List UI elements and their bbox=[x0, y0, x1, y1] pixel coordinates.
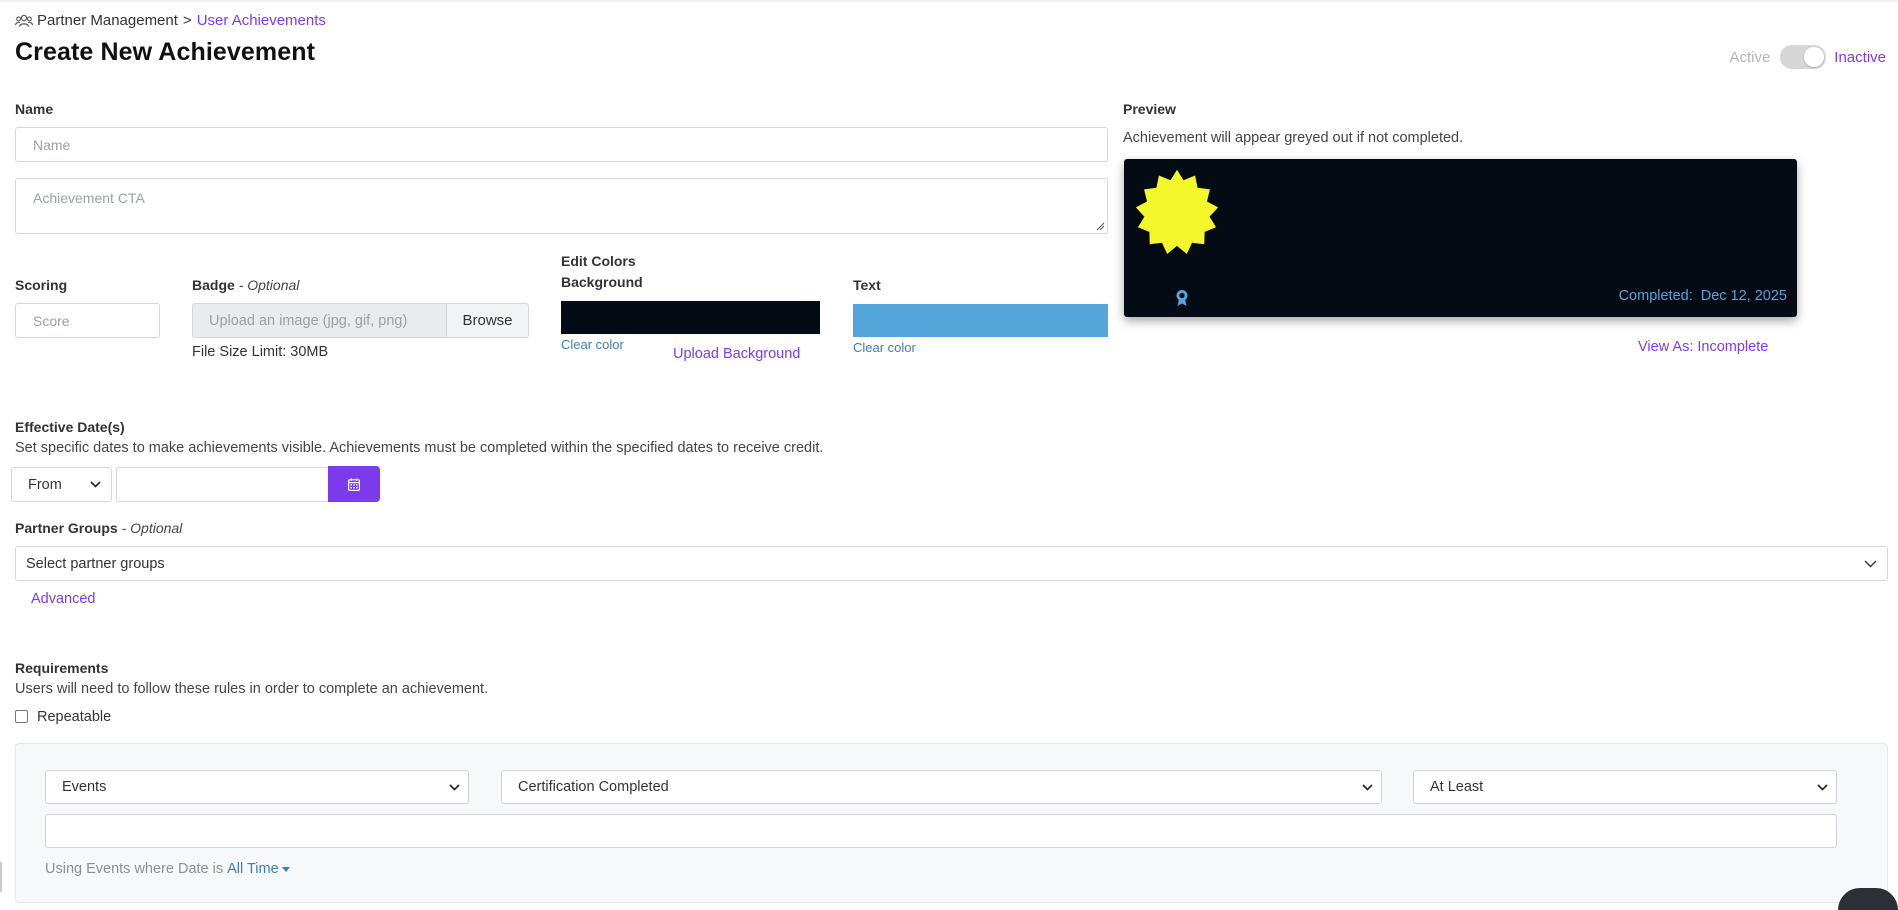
page-title: Create New Achievement bbox=[15, 38, 316, 66]
achievement-preview-card: Completed: Dec 12, 2025 bbox=[1124, 159, 1797, 317]
requirement-rule-panel: Events Certification Completed At Least … bbox=[15, 743, 1888, 903]
view-as-incomplete-link[interactable]: View As: Incomplete bbox=[1638, 339, 1768, 355]
name-label: Name bbox=[15, 101, 54, 117]
badge-label-text: Badge bbox=[192, 277, 235, 293]
status-inactive-label: Inactive bbox=[1834, 48, 1886, 66]
rule-event-select[interactable]: Certification Completed bbox=[501, 770, 1382, 804]
partner-groups-select[interactable]: Select partner groups bbox=[15, 546, 1888, 581]
rule-source-value: Events bbox=[62, 779, 107, 795]
advanced-link[interactable]: Advanced bbox=[31, 591, 96, 607]
date-range-type-value: From bbox=[28, 476, 62, 493]
chevron-down-icon bbox=[449, 783, 460, 791]
background-label: Background bbox=[561, 274, 643, 290]
badge-upload-group: Upload an image (jpg, gif, png) Browse bbox=[192, 303, 529, 338]
achievement-cta-textarea[interactable]: Achievement CTA bbox=[15, 178, 1108, 234]
rule-comparator-value: At Least bbox=[1430, 779, 1484, 795]
rule-hint-prefix: Using Events where Date is bbox=[45, 861, 224, 877]
breadcrumb-separator: > bbox=[182, 12, 192, 29]
chevron-down-icon bbox=[90, 481, 101, 488]
chevron-down-icon bbox=[1817, 783, 1828, 791]
text-color-swatch[interactable] bbox=[853, 304, 1108, 337]
status-toggle-group: Active Inactive bbox=[1729, 45, 1886, 69]
text-color-label: Text bbox=[853, 277, 881, 293]
users-icon bbox=[15, 14, 33, 27]
chevron-down-icon bbox=[1362, 783, 1373, 791]
clear-background-color-link[interactable]: Clear color bbox=[561, 337, 624, 352]
edit-colors-label: Edit Colors bbox=[561, 253, 636, 269]
requirements-label: Requirements bbox=[15, 660, 109, 676]
completed-status: Completed: Dec 12, 2025 bbox=[1619, 288, 1787, 304]
repeatable-checkbox[interactable] bbox=[15, 709, 28, 723]
rule-source-select[interactable]: Events bbox=[45, 770, 469, 804]
top-shadow bbox=[0, 0, 1898, 4]
breadcrumb-current[interactable]: User Achievements bbox=[197, 12, 326, 29]
scoring-label: Scoring bbox=[15, 277, 68, 293]
browse-button[interactable]: Browse bbox=[446, 303, 529, 338]
effective-dates-label: Effective Date(s) bbox=[15, 419, 125, 435]
badge-optional-text: - Optional bbox=[238, 277, 300, 293]
caret-down-icon bbox=[281, 866, 290, 872]
rule-value-input[interactable] bbox=[45, 814, 1837, 848]
preview-label: Preview bbox=[1123, 101, 1176, 117]
preview-note: Achievement will appear greyed out if no… bbox=[1123, 130, 1464, 146]
status-active-label: Active bbox=[1729, 48, 1771, 66]
resize-grip-icon[interactable] bbox=[1096, 222, 1105, 231]
completed-label: Completed: bbox=[1618, 288, 1693, 304]
badge-label: Badge - Optional bbox=[192, 277, 299, 293]
badge-upload-placeholder: Upload an image (jpg, gif, png) bbox=[209, 312, 408, 329]
rule-event-value: Certification Completed bbox=[518, 779, 669, 795]
score-placeholder: Score bbox=[33, 312, 70, 329]
file-size-limit: File Size Limit: 30MB bbox=[192, 344, 329, 360]
upload-background-link[interactable]: Upload Background bbox=[673, 346, 800, 362]
breadcrumb-parent-link[interactable]: Partner Management bbox=[37, 12, 178, 29]
clear-text-color-link[interactable]: Clear color bbox=[853, 340, 916, 355]
repeatable-label: Repeatable bbox=[37, 709, 112, 725]
toggle-knob bbox=[1804, 47, 1825, 67]
ribbon-award-icon bbox=[1176, 290, 1188, 306]
breadcrumb: Partner Management > User Achievements bbox=[15, 12, 326, 29]
partner-groups-label: Partner Groups - Optional bbox=[15, 520, 182, 536]
date-range-type-select[interactable]: From bbox=[11, 467, 112, 502]
badge-upload-input[interactable]: Upload an image (jpg, gif, png) bbox=[192, 303, 446, 338]
chevron-down-icon bbox=[1864, 560, 1877, 567]
partner-groups-optional-text: - Optional bbox=[121, 520, 183, 536]
name-placeholder: Name bbox=[33, 136, 71, 153]
rule-comparator-select[interactable]: At Least bbox=[1413, 770, 1837, 804]
name-input[interactable]: Name bbox=[15, 127, 1108, 162]
completed-date: Dec 12, 2025 bbox=[1700, 288, 1787, 304]
rule-date-hint: Using Events where Date is All Time bbox=[45, 861, 290, 877]
time-range-dropdown[interactable]: All Time bbox=[227, 861, 279, 877]
left-edge-divider bbox=[0, 862, 2, 892]
effective-dates-description: Set specific dates to make achievements … bbox=[15, 440, 824, 456]
chat-widget-button[interactable] bbox=[1838, 888, 1898, 910]
repeatable-row: Repeatable bbox=[15, 709, 111, 725]
background-color-swatch[interactable] bbox=[561, 301, 820, 334]
partner-groups-placeholder: Select partner groups bbox=[26, 555, 165, 572]
partner-groups-label-text: Partner Groups bbox=[15, 520, 118, 536]
cta-placeholder: Achievement CTA bbox=[33, 190, 145, 206]
score-input[interactable]: Score bbox=[15, 303, 160, 338]
calendar-button[interactable] bbox=[328, 466, 380, 502]
requirements-description: Users will need to follow these rules in… bbox=[15, 681, 489, 697]
calendar-icon bbox=[348, 477, 360, 491]
date-input[interactable] bbox=[116, 467, 328, 502]
status-toggle[interactable] bbox=[1780, 45, 1827, 69]
starburst-badge-icon bbox=[1135, 169, 1219, 254]
